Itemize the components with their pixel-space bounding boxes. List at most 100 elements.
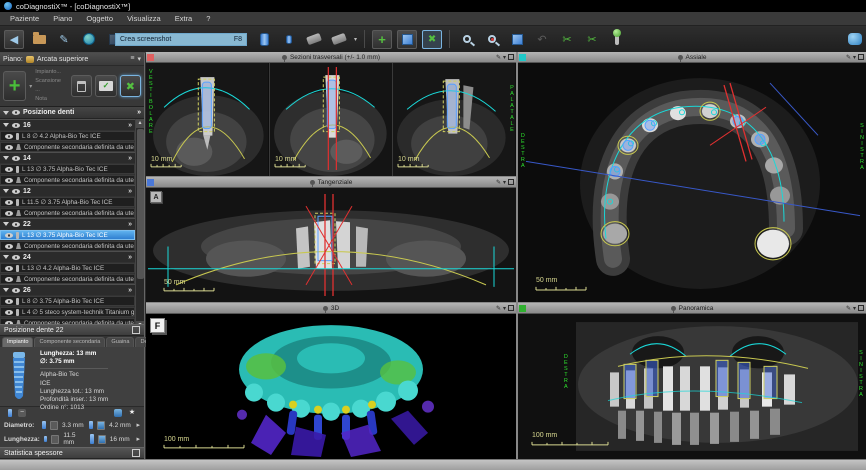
maximize-icon[interactable] (508, 54, 514, 60)
cross-sections-body[interactable]: VESTIBOLARE PALATALE (146, 63, 516, 176)
pin-icon[interactable] (310, 180, 315, 185)
eye-icon[interactable] (5, 178, 13, 183)
three-d-body[interactable]: F (146, 314, 516, 459)
implant-item[interactable]: L 11.5 ∅ 3.75 Alpha-Bio Tec ICE (0, 197, 135, 207)
tooth-group-26[interactable]: 26 » (0, 284, 135, 295)
diameter-up-button[interactable] (97, 421, 105, 430)
pin-icon[interactable] (323, 306, 328, 311)
menu-extra[interactable]: Extra (175, 14, 193, 23)
view-menu-icon[interactable]: ▾ (503, 179, 506, 186)
select-object-button[interactable] (507, 30, 527, 49)
menu-visualizza[interactable]: Visualizza (127, 14, 161, 23)
diameter-more-button[interactable]: ▸ (137, 421, 141, 429)
panel-magnify-toggle[interactable] (397, 30, 417, 49)
implant-item[interactable]: L 13 ∅ 4.2 Alpha-Bio Tec ICE (0, 263, 135, 273)
implant-item[interactable]: L 8 ∅ 4.2 Alpha-Bio Tec ICE (0, 131, 135, 141)
cross-sections-header[interactable]: Sezioni trasversali (+/- 1.0 mm) ✎ ▾ (146, 52, 516, 63)
add-dropdown-icon[interactable]: ▾ (29, 83, 32, 90)
eye-icon[interactable] (5, 211, 13, 216)
collapse-icon[interactable]: » (128, 221, 132, 228)
tangential-body[interactable]: A 50 (146, 188, 516, 302)
filter-icon[interactable] (3, 255, 9, 259)
tab-impianto[interactable]: Impianto (2, 337, 33, 347)
diameter-down-icon[interactable] (42, 421, 46, 429)
collapse-icon[interactable]: » (128, 287, 132, 294)
tab-componente-secondaria[interactable]: Componente secondaria (34, 337, 105, 347)
view-menu-icon[interactable]: ▾ (853, 305, 856, 312)
eye-icon[interactable] (12, 156, 20, 161)
plan-select[interactable]: Arcata superiore (37, 56, 88, 63)
driver2-tool-button[interactable] (329, 30, 349, 49)
filter-icon[interactable] (3, 288, 9, 292)
tooth-group-16[interactable]: 16 » (0, 119, 135, 130)
view-menu-icon[interactable]: ▾ (503, 54, 506, 61)
orientation-cube-front[interactable]: F (150, 318, 165, 333)
edit-view-icon[interactable]: ✎ (496, 179, 501, 186)
collapse-icon[interactable]: » (128, 122, 132, 129)
crosshair-link-button[interactable]: ✖ (120, 75, 141, 97)
teeth-scrollbar[interactable]: ▴ ▾ (135, 119, 144, 330)
filter-icon[interactable] (3, 222, 9, 226)
add-menu-scansione[interactable]: Scansione ... (35, 77, 66, 95)
scroll-up-button[interactable]: ▴ (136, 119, 144, 128)
edit-view-icon[interactable]: ✎ (846, 54, 851, 61)
maximize-icon[interactable] (508, 305, 514, 311)
eye-icon[interactable] (12, 110, 20, 115)
cross-slice-3[interactable]: 10 mm (393, 63, 516, 176)
abutment-item[interactable]: Componente secondaria definita da utente (0, 142, 135, 152)
panel-tree-toggle[interactable]: ✖ (422, 30, 442, 49)
add-menu-nota[interactable]: Nota (35, 95, 66, 104)
tooth-group-22[interactable]: 22 » (0, 218, 135, 229)
edit-view-icon[interactable]: ✎ (496, 305, 501, 312)
add-object-button[interactable]: + (3, 71, 26, 101)
maximize-icon[interactable] (508, 179, 514, 185)
tab-guaina[interactable]: Guaina (106, 337, 134, 347)
export-button[interactable] (79, 30, 99, 49)
axial-body[interactable]: DESTRA SINISTRA (518, 63, 866, 302)
plan-list-icon[interactable]: ≡ (130, 55, 134, 63)
eye-icon[interactable] (5, 299, 13, 304)
eye-icon[interactable] (5, 310, 13, 315)
pin-icon[interactable] (678, 55, 683, 60)
cross-slice-2[interactable]: 10 mm (270, 63, 393, 176)
cross-slice-1[interactable]: 10 mm (146, 63, 269, 176)
menu-help[interactable]: ? (206, 14, 210, 23)
abutment-item[interactable]: Componente secondaria definita da utente (0, 208, 135, 218)
edit-plan-button[interactable]: ✎ (54, 30, 74, 49)
tangential-header[interactable]: Tangenziale ✎ ▾ (146, 177, 516, 188)
implant-item[interactable]: L 13 ∅ 3.75 Alpha-Bio Tec ICE (0, 164, 135, 174)
stats-expand-icon[interactable] (132, 449, 140, 457)
length-up-button[interactable] (98, 435, 106, 444)
eye-icon[interactable] (12, 255, 20, 260)
filter-icon[interactable] (3, 111, 9, 115)
length-down-icon[interactable] (44, 436, 48, 442)
add-menu-impianto[interactable]: Impianto... (35, 68, 66, 77)
abutment-item[interactable]: Componente secondaria definita da utente (0, 241, 135, 251)
diameter-down-button[interactable] (50, 421, 58, 430)
remove-button[interactable]: − (18, 409, 26, 417)
implant-tool-button[interactable] (254, 30, 274, 49)
eye-icon[interactable] (5, 266, 13, 271)
filter-icon[interactable] (3, 189, 9, 193)
filter-icon[interactable] (3, 156, 9, 160)
three-d-header[interactable]: 3D ✎ ▾ (146, 303, 516, 314)
plan-dropdown-icon[interactable]: ▾ (137, 55, 141, 63)
zoom-button[interactable] (457, 30, 477, 49)
panoramic-body[interactable]: DESTRA SINISTRA (518, 314, 866, 459)
tooth-group-14[interactable]: 14 » (0, 152, 135, 163)
pin-icon[interactable] (282, 55, 287, 60)
eye-icon[interactable] (5, 244, 13, 249)
stats-header[interactable]: Statistica spessore (0, 447, 144, 459)
panel-implant-toggle[interactable]: + (372, 30, 392, 49)
implant-small-icon[interactable] (8, 409, 12, 417)
tools-dropdown[interactable]: ▾ (354, 36, 357, 43)
menu-paziente[interactable]: Paziente (10, 14, 39, 23)
catalog-button[interactable] (114, 409, 122, 417)
cut-bone-button[interactable]: ✂ (557, 30, 577, 49)
eye-icon[interactable] (5, 200, 13, 205)
implant-item-selected[interactable]: L 13 ∅ 3.75 Alpha-Bio Tec ICE (0, 230, 135, 240)
cut-object-button[interactable]: ✂ (582, 30, 602, 49)
delete-object-button[interactable] (71, 75, 92, 97)
abutment-item[interactable]: Componente secondaria definita da utente (0, 274, 135, 284)
eye-icon[interactable] (5, 134, 13, 139)
